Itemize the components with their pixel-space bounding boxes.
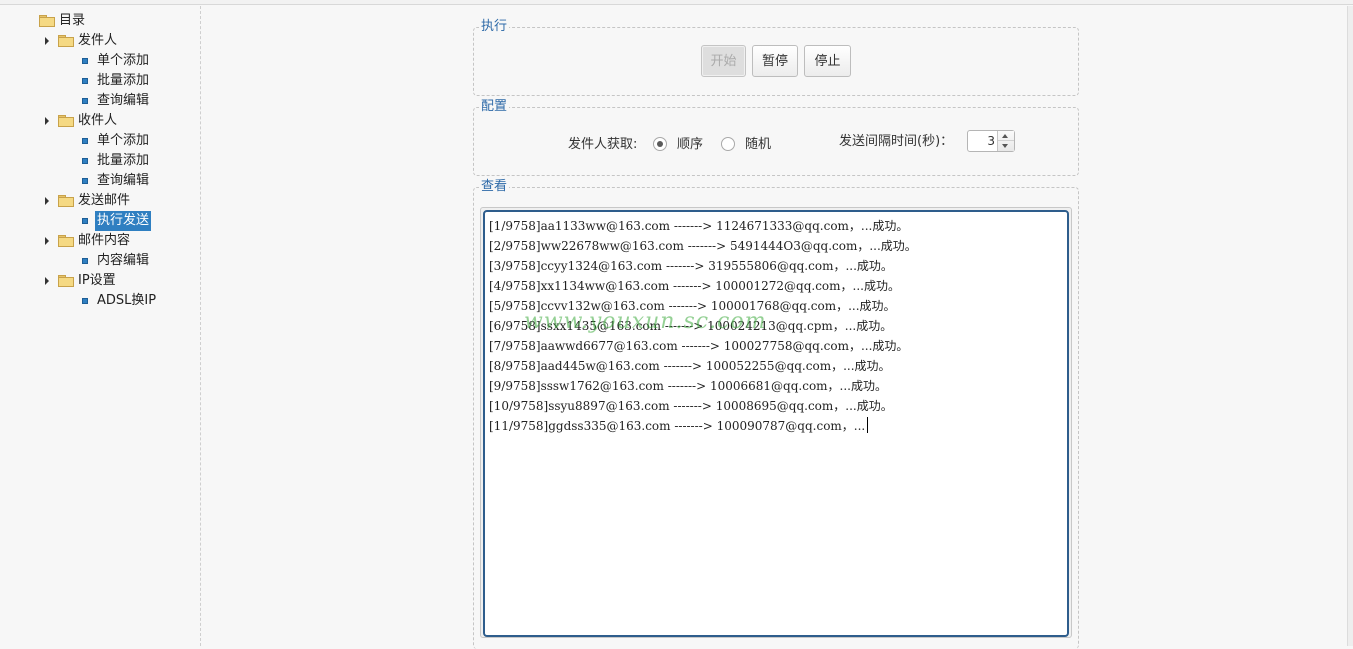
document-icon: [82, 178, 88, 184]
expand-arrow-icon[interactable]: [45, 197, 49, 205]
tree-leaf[interactable]: 执行发送: [0, 211, 200, 231]
start-button[interactable]: 开始: [701, 45, 746, 77]
folder-icon: [58, 195, 74, 207]
log-line-text: [7/9758]aawwd6677@163.com -------> 10002…: [489, 339, 909, 353]
document-icon: [82, 98, 88, 104]
tree-group[interactable]: 邮件内容: [0, 231, 200, 251]
document-icon: [82, 78, 88, 84]
watermark: www.youxun.sc.com: [524, 309, 767, 334]
tree-group[interactable]: 发件人: [0, 31, 200, 51]
stepper-down-icon[interactable]: [1002, 144, 1008, 148]
log-line: [11/9758]ggdss335@163.com -------> 10009…: [489, 416, 869, 436]
stop-button[interactable]: 停止: [804, 45, 851, 77]
folder-icon: [58, 115, 74, 127]
log-line-text: [10/9758]ssyu8897@163.com -------> 10008…: [489, 399, 893, 413]
tree-leaf[interactable]: 单个添加: [0, 51, 200, 71]
stepper-buttons[interactable]: [997, 131, 1014, 151]
tree-group[interactable]: 收件人: [0, 111, 200, 131]
tree-leaf-label[interactable]: 单个添加: [97, 131, 149, 151]
log-line-text: [3/9758]ccyy1324@163.com -------> 319555…: [489, 259, 893, 273]
document-icon: [82, 258, 88, 264]
tree-leaf-label[interactable]: ADSL换IP: [97, 291, 156, 311]
folder-icon: [58, 35, 74, 47]
tree-leaf-label[interactable]: 单个添加: [97, 51, 149, 71]
sender-fetch-label: 发件人获取:: [568, 137, 638, 152]
tree-leaf-label[interactable]: 查询编辑: [97, 91, 149, 111]
tree-leaf[interactable]: 批量添加: [0, 151, 200, 171]
log-line: [9/9758]sssw1762@163.com -------> 100066…: [489, 376, 887, 396]
tree-leaf-label[interactable]: 批量添加: [97, 151, 149, 171]
radio-sequential-label[interactable]: 顺序: [677, 136, 703, 154]
tree-leaf-label[interactable]: 内容编辑: [97, 251, 149, 271]
log-line: [8/9758]aad445w@163.com -------> 1000522…: [489, 356, 891, 376]
log-line: [1/9758]aa1133ww@163.com -------> 112467…: [489, 216, 908, 236]
folder-icon: [58, 275, 74, 287]
sidebar: 目录 发件人 单个添加 批量添加 查询编辑 收件人 单个添加 批量添加 查询编辑 发送邮件 执行发送…: [0, 6, 201, 646]
interval-stepper[interactable]: 3: [967, 130, 1015, 152]
log-line: [7/9758]aawwd6677@163.com -------> 10002…: [489, 336, 908, 356]
scrollbar-track[interactable]: [1347, 6, 1353, 646]
expand-arrow-icon[interactable]: [45, 37, 49, 45]
tree-leaf[interactable]: 查询编辑: [0, 171, 200, 191]
interval-label: 发送间隔时间(秒)：: [839, 134, 954, 149]
log-line: [2/9758]ww22678ww@163.com -------> 54914…: [489, 236, 917, 256]
document-icon: [82, 218, 88, 224]
config-legend: 配置: [479, 99, 510, 115]
document-icon: [82, 138, 88, 144]
document-icon: [82, 298, 88, 304]
radio-sequential[interactable]: [653, 137, 667, 151]
document-icon: [82, 58, 88, 64]
tree-group[interactable]: 发送邮件: [0, 191, 200, 211]
folder-open-icon: [39, 15, 55, 27]
log-line: [10/9758]ssyu8897@163.com -------> 10008…: [489, 396, 893, 416]
folder-icon: [58, 235, 74, 247]
radio-random-label[interactable]: 随机: [745, 136, 771, 154]
log-line-text: [11/9758]ggdss335@163.com -------> 10009…: [489, 419, 866, 433]
expand-arrow-icon[interactable]: [45, 237, 49, 245]
log-line: [4/9758]xx1134ww@163.com -------> 100001…: [489, 276, 900, 296]
tree-leaf[interactable]: 内容编辑: [0, 251, 200, 271]
log-line: [3/9758]ccyy1324@163.com -------> 319555…: [489, 256, 893, 276]
log-line-text: [8/9758]aad445w@163.com -------> 1000522…: [489, 359, 891, 373]
radio-random[interactable]: [721, 137, 735, 151]
tree-group-label[interactable]: 发件人: [78, 31, 117, 51]
view-legend: 查看: [479, 179, 510, 195]
tree-leaf[interactable]: ADSL换IP: [0, 291, 200, 311]
log-line-text: [9/9758]sssw1762@163.com -------> 100066…: [489, 379, 887, 393]
tree-group[interactable]: IP设置: [0, 271, 200, 291]
execute-legend: 执行: [479, 19, 510, 35]
log-line-text: [2/9758]ww22678ww@163.com -------> 54914…: [489, 239, 917, 253]
tree-leaf-label[interactable]: 批量添加: [97, 71, 149, 91]
tree-group-label[interactable]: 邮件内容: [78, 231, 130, 251]
tree-leaf[interactable]: 单个添加: [0, 131, 200, 151]
tree-root[interactable]: 目录: [0, 11, 200, 31]
expand-arrow-icon[interactable]: [45, 117, 49, 125]
tree-leaf[interactable]: 查询编辑: [0, 91, 200, 111]
tree-root-label[interactable]: 目录: [59, 11, 85, 31]
expand-arrow-icon[interactable]: [45, 277, 49, 285]
tree-leaf-label[interactable]: 执行发送: [95, 211, 152, 231]
pause-button[interactable]: 暂停: [752, 45, 798, 77]
log-textarea[interactable]: [1/9758]aa1133ww@163.com -------> 112467…: [483, 210, 1069, 637]
stepper-divider: [998, 140, 1014, 141]
interval-value[interactable]: 3: [987, 131, 995, 151]
tree-group-label[interactable]: IP设置: [78, 271, 116, 291]
tree-leaf[interactable]: 批量添加: [0, 71, 200, 91]
document-icon: [82, 158, 88, 164]
tree-group-label[interactable]: 发送邮件: [78, 191, 130, 211]
tree-group-label[interactable]: 收件人: [78, 111, 117, 131]
stepper-up-icon[interactable]: [1002, 134, 1008, 138]
text-caret: [867, 417, 869, 433]
log-line-text: [1/9758]aa1133ww@163.com -------> 112467…: [489, 219, 909, 233]
tree-leaf-label[interactable]: 查询编辑: [97, 171, 149, 191]
top-border: [0, 0, 1353, 5]
log-line-text: [4/9758]xx1134ww@163.com -------> 100001…: [489, 279, 900, 293]
